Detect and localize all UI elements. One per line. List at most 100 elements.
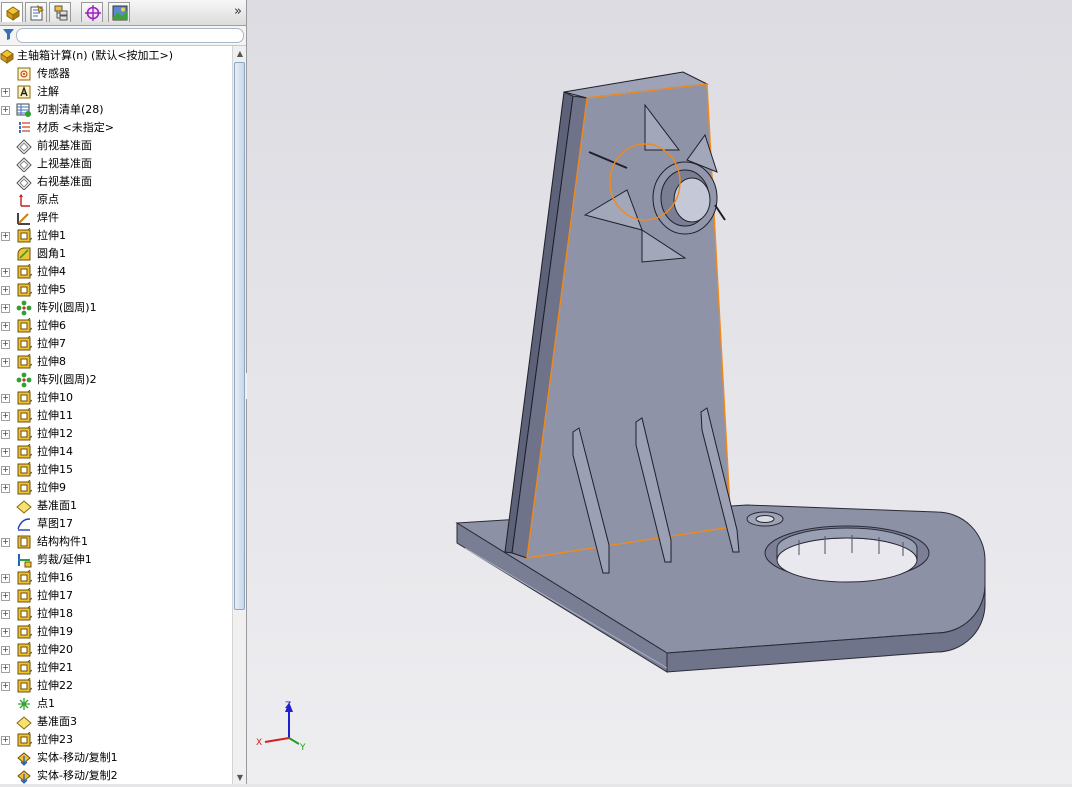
circular-pattern-icon [16,372,32,388]
fillet-icon [17,247,31,261]
tree-item-label: 阵列(圆周)2 [37,373,97,386]
plane-icon [16,175,32,190]
tree-root-part[interactable]: 主轴箱计算(n) (默认<按加工>) [0,47,232,65]
tree-item[interactable]: + 拉伸22 [0,677,232,695]
tree-item[interactable]: 前视基准面 [0,137,232,155]
tree-item[interactable]: 实体-移动/复制1 [0,749,232,767]
expand-toggle-icon[interactable]: + [1,232,10,241]
expand-toggle-icon[interactable]: + [1,538,10,547]
expand-toggle-icon[interactable]: + [1,484,10,493]
tree-item[interactable]: + 阵列(圆周)1 [0,299,232,317]
extrude-icon [17,426,32,441]
tree-item[interactable]: 阵列(圆周)2 [0,371,232,389]
tab-propertymanager[interactable] [25,2,47,22]
tree-item-label: 拉伸12 [37,427,73,440]
expand-toggle-icon[interactable]: + [1,682,10,691]
tree-item[interactable]: 剪裁/延伸1 [0,551,232,569]
expand-toggle-icon[interactable]: + [1,466,10,475]
tree-item[interactable]: 实体-移动/复制2 [0,767,232,784]
tree-item[interactable]: + 拉伸23 [0,731,232,749]
tree-item[interactable]: 草图17 [0,515,232,533]
tree-item[interactable]: + 拉伸21 [0,659,232,677]
expand-toggle-icon[interactable]: + [1,304,10,313]
tab-featuremanager[interactable] [1,2,23,22]
tree-item[interactable]: 原点 [0,191,232,209]
expand-toggle-icon[interactable]: + [1,340,10,349]
scroll-up-arrow-icon[interactable]: ▲ [235,49,245,59]
tree-item[interactable]: 圆角1 [0,245,232,263]
tree-item[interactable]: + 拉伸11 [0,407,232,425]
expand-toggle-icon[interactable]: + [1,736,10,745]
sensor-icon [17,67,31,81]
tree-item[interactable]: + 拉伸12 [0,425,232,443]
filter-input[interactable] [16,28,244,43]
expand-toggle-icon[interactable]: + [1,574,10,583]
tree-item[interactable]: + 拉伸9 [0,479,232,497]
tree-item[interactable]: + 拉伸17 [0,587,232,605]
tree-item-label: 阵列(圆周)1 [37,301,97,314]
expand-toggle-icon[interactable]: + [1,106,10,115]
tree-item[interactable]: 上视基准面 [0,155,232,173]
tree-item[interactable]: + 拉伸6 [0,317,232,335]
tree-item[interactable]: + 拉伸7 [0,335,232,353]
tree-item[interactable]: + 拉伸5 [0,281,232,299]
tree-item[interactable]: 焊件 [0,209,232,227]
part-icon [0,49,14,64]
tree-item[interactable]: + 拉伸20 [0,641,232,659]
tree-item[interactable]: + 切割清单(28) [0,101,232,119]
structural-member-icon [17,535,31,549]
graphics-viewport[interactable]: Z X Y [247,0,1072,784]
tree-item[interactable]: + 结构构件1 [0,533,232,551]
tree-item[interactable]: 材质 <未指定> [0,119,232,137]
scroll-thumb[interactable] [234,62,245,610]
tree-item[interactable]: + 拉伸18 [0,605,232,623]
expand-toggle-icon[interactable]: + [1,430,10,439]
expand-toggle-icon[interactable]: + [1,322,10,331]
expand-toggle-icon[interactable]: + [1,628,10,637]
tree-item-label: 拉伸18 [37,607,73,620]
expand-toggle-icon[interactable]: + [1,268,10,277]
tree-item[interactable]: 基准面1 [0,497,232,515]
tab-configurationmanager[interactable] [49,2,71,22]
tree-item[interactable]: + 注解 [0,83,232,101]
display-manager-icon [112,5,128,21]
expand-toggle-icon[interactable]: + [1,358,10,367]
tree-item[interactable]: 点1 [0,695,232,713]
expand-toggle-icon[interactable]: + [1,412,10,421]
tree-item[interactable]: + 拉伸1 [0,227,232,245]
expand-toggle-icon[interactable]: + [1,88,10,97]
expand-toggle-icon[interactable]: + [1,664,10,673]
tree-scrollbar[interactable]: ▲ ▼ [232,46,246,784]
tree-item[interactable]: 右视基准面 [0,173,232,191]
expand-toggle-icon[interactable]: + [1,610,10,619]
tree-item[interactable]: + 拉伸15 [0,461,232,479]
extrude-icon [17,264,32,279]
tab-display[interactable] [108,2,130,22]
tree-item[interactable]: + 拉伸8 [0,353,232,371]
tree-item-label: 结构构件1 [37,535,88,548]
tree-item-label: 拉伸6 [37,319,66,332]
tree-item-label: 上视基准面 [37,157,92,170]
scroll-down-arrow-icon[interactable]: ▼ [235,773,245,783]
tree-item[interactable]: + 拉伸19 [0,623,232,641]
tree-item[interactable]: + 拉伸4 [0,263,232,281]
filter-icon[interactable] [3,29,14,40]
tree-item[interactable]: + 拉伸10 [0,389,232,407]
tree-item-label: 传感器 [37,67,70,80]
expand-toggle-icon[interactable]: + [1,448,10,457]
tree-item[interactable]: + 拉伸16 [0,569,232,587]
plane-icon [16,139,32,154]
tree-item[interactable]: 基准面3 [0,713,232,731]
extrude-icon [17,588,32,603]
tree-item[interactable]: 传感器 [0,65,232,83]
expand-toggle-icon[interactable]: + [1,592,10,601]
expand-toggle-icon[interactable]: + [1,286,10,295]
expand-toggle-icon[interactable]: + [1,646,10,655]
tab-dimxpert[interactable] [81,2,103,22]
extrude-icon [17,390,32,405]
expand-toggle-icon[interactable]: + [1,394,10,403]
tree-item-label: 拉伸22 [37,679,73,692]
tree-item[interactable]: + 拉伸14 [0,443,232,461]
more-tabs-chevron-icon[interactable]: » [234,3,242,21]
extrude-icon [17,336,32,351]
